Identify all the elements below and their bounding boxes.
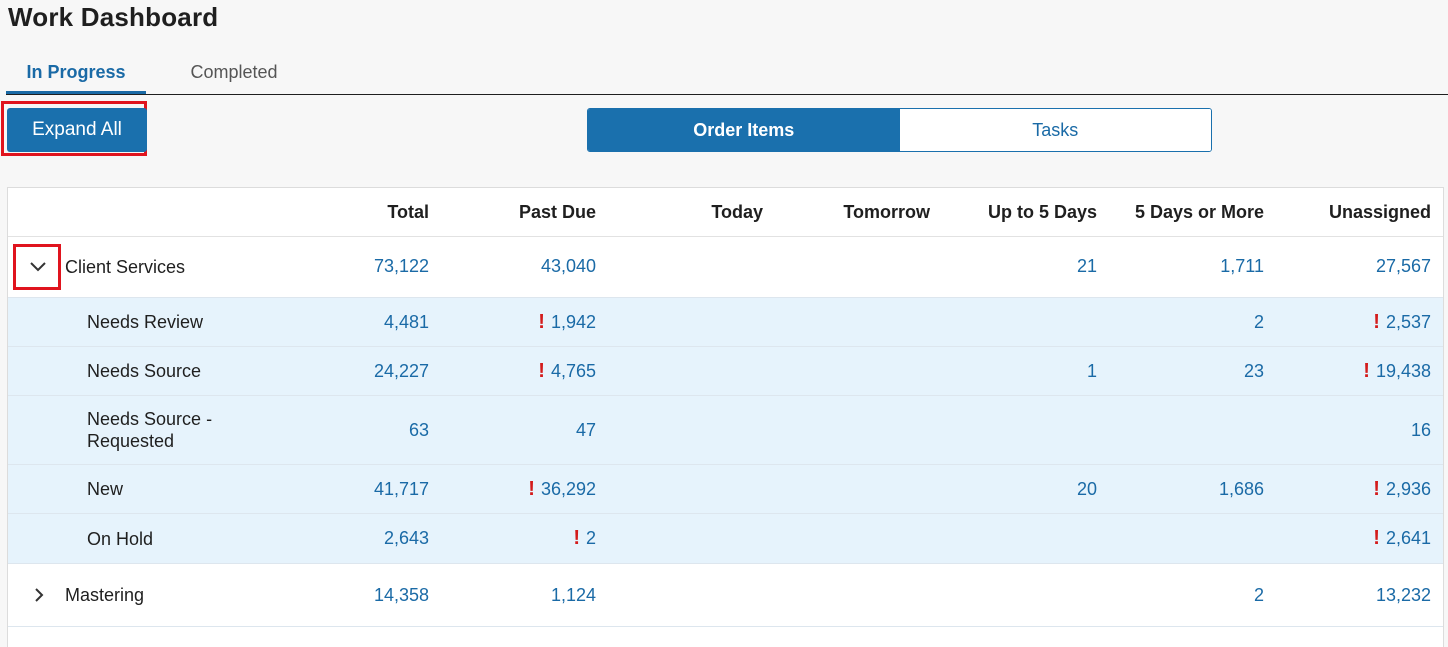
cell-total[interactable]: 4,481 [308,298,429,346]
group-name: Client Services [65,256,186,277]
cell-today [628,236,763,297]
cell-past-due[interactable]: ! 1,942 [448,298,596,346]
work-table: Total Past Due Today Tomorrow Up to 5 Da… [7,187,1444,647]
tab-in-progress[interactable]: In Progress [6,56,146,94]
cell-unassigned[interactable]: 27,567 [1278,236,1431,297]
tab-bar: In Progress Completed [6,56,1448,95]
row-name: Needs Source - Requested [87,409,213,451]
expand-all-button[interactable]: Expand All [7,108,147,152]
header-total: Total [387,201,429,222]
chevron-down-icon[interactable] [22,254,54,280]
cell-unassigned[interactable]: 13,232 [1278,564,1431,626]
cell-5-days-or-more[interactable]: 2 [1108,564,1264,626]
cell-unassigned[interactable]: ! 19,438 [1278,347,1431,395]
group-name: Mastering [65,585,145,605]
cell-total[interactable]: 63 [308,396,429,464]
cell-past-due[interactable]: 1,124 [448,564,596,626]
row-name: Needs Source [87,361,202,381]
row-name: Needs Review [87,312,204,332]
header-tomorrow: Tomorrow [843,201,930,222]
view-toggle-tasks[interactable]: Tasks [899,109,1211,151]
cell-past-due[interactable]: ! 36,292 [448,465,596,513]
exclamation-icon: ! [1373,527,1380,549]
exclamation-icon: ! [528,477,535,500]
cell-total[interactable]: 73,122 [308,236,429,297]
table-header-row: Total Past Due Today Tomorrow Up to 5 Da… [8,188,1443,237]
cell-past-due[interactable]: 43,040 [448,236,596,297]
table-row: Needs Source - Requested 63 47 16 [8,396,1443,465]
cell-past-due[interactable]: ! 4,765 [448,347,596,395]
table-row: Needs Review 4,481 ! 1,942 2 ! 2,537 [8,298,1443,347]
cell-up-to-5-days[interactable]: 21 [948,236,1097,297]
cell-5-days-or-more[interactable]: 1,686 [1108,465,1264,513]
page-title: Work Dashboard [8,2,219,32]
header-past-due: Past Due [518,201,596,222]
cell-total[interactable]: 2,643 [308,514,429,563]
chevron-right-icon[interactable] [28,582,50,608]
exclamation-icon: ! [1373,477,1380,500]
cell-5-days-or-more[interactable]: 2 [1108,298,1264,346]
cell-past-due[interactable]: ! 2 [448,514,596,563]
cell-unassigned[interactable]: ! 2,936 [1278,465,1431,513]
group-row-client-services: Client Services 73,122 43,040 21 1,711 2… [8,236,1443,298]
view-toggle-order-items[interactable]: Order Items [588,109,900,151]
cell-unassigned[interactable]: ! 2,537 [1278,298,1431,346]
cell-tomorrow [788,236,930,297]
cell-past-due[interactable]: 47 [448,396,596,464]
view-toggle: Order Items Tasks [587,108,1212,152]
cell-5-days-or-more[interactable]: 1,711 [1108,236,1264,297]
header-unassigned: Unassigned [1328,201,1431,222]
row-name: On Hold [87,528,154,549]
exclamation-icon: ! [538,310,545,333]
cell-up-to-5-days[interactable]: 20 [948,465,1097,513]
cell-up-to-5-days [948,298,1097,346]
cell-unassigned[interactable]: 16 [1278,396,1431,464]
cell-up-to-5-days[interactable]: 1 [948,347,1097,395]
cell-unassigned[interactable]: ! 2,641 [1278,514,1431,563]
row-name: New [87,479,124,499]
cell-total[interactable]: 14,358 [308,564,429,626]
cell-5-days-or-more[interactable]: 23 [1108,347,1264,395]
cell-total[interactable]: 24,227 [308,347,429,395]
header-up-to-5-days: Up to 5 Days [987,201,1097,222]
exclamation-icon: ! [538,359,545,382]
header-5-days-or-more: 5 Days or More [1134,201,1264,222]
exclamation-icon: ! [573,527,580,549]
exclamation-icon: ! [1363,359,1370,382]
group-row-mastering: Mastering 14,358 1,124 2 13,232 [8,564,1443,627]
table-row: New 41,717 ! 36,292 20 1,686 ! 2,936 [8,465,1443,514]
tab-completed[interactable]: Completed [164,56,304,92]
header-today: Today [711,201,763,222]
exclamation-icon: ! [1373,310,1380,333]
table-row: Needs Source 24,227 ! 4,765 1 23 ! 19,438 [8,347,1443,396]
table-row: On Hold 2,643 ! 2 ! 2,641 [8,514,1443,564]
cell-total[interactable]: 41,717 [308,465,429,513]
